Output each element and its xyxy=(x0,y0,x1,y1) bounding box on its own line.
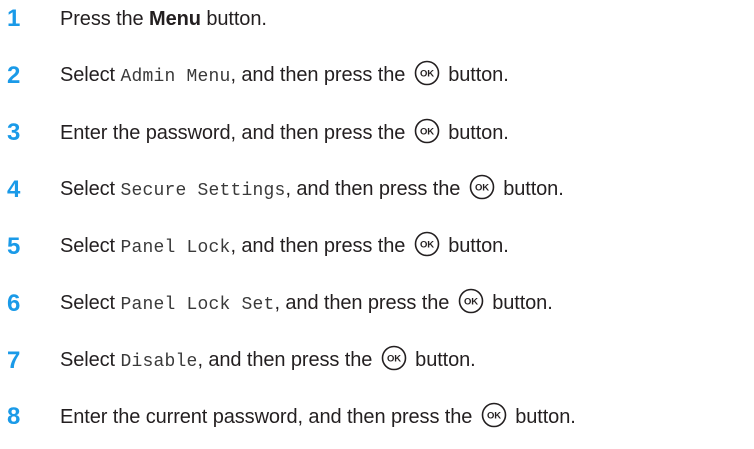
menu-item-code: Disable xyxy=(120,352,198,372)
menu-item-code: Secure Settings xyxy=(120,181,286,201)
menu-button-name: Menu xyxy=(149,8,201,30)
step-number: 5 xyxy=(7,233,21,260)
step-text-part: button. xyxy=(442,122,509,144)
step-text-part: , and then press the xyxy=(285,178,466,200)
step-text-part: button. xyxy=(200,8,267,30)
step-number: 3 xyxy=(7,119,21,146)
step-number: 4 xyxy=(7,176,21,203)
ok-icon-label: OK xyxy=(475,183,489,194)
step-text-part: , and then press the xyxy=(274,292,455,314)
step-text: Select Admin Menu, and then press the OK… xyxy=(60,60,509,92)
step-text: Select Panel Lock, and then press the OK… xyxy=(60,231,509,263)
step-text-part: button. xyxy=(409,349,476,371)
step-number: 8 xyxy=(7,403,21,430)
step-text-part: Press the xyxy=(60,8,150,30)
ok-icon-label: OK xyxy=(487,411,501,422)
step-6: 6 Select Panel Lock Set, and then press … xyxy=(0,288,754,320)
step-5: 5 Select Panel Lock, and then press the … xyxy=(0,231,754,263)
step-number: 1 xyxy=(7,5,21,32)
step-3: 3 Enter the password, and then press the… xyxy=(0,118,754,148)
step-text: Enter the password, and then press the O… xyxy=(60,118,509,148)
ok-button-icon: OK xyxy=(414,231,440,257)
step-text-part: button. xyxy=(442,235,509,257)
step-text-part: Select xyxy=(60,64,121,86)
step-4: 4 Select Secure Settings, and then press… xyxy=(0,174,754,206)
ok-icon-label: OK xyxy=(464,297,478,308)
step-text-part: , and then press the xyxy=(230,64,411,86)
menu-item-code: Admin Menu xyxy=(120,67,231,87)
ok-button-icon: OK xyxy=(414,60,440,86)
step-text-part: button. xyxy=(509,406,576,428)
ok-icon-label: OK xyxy=(420,240,434,251)
step-text-part: button. xyxy=(497,178,564,200)
step-text-part: button. xyxy=(442,64,509,86)
ok-button-icon: OK xyxy=(458,288,484,314)
step-text: Select Panel Lock Set, and then press th… xyxy=(60,288,553,320)
step-text-part: , and then press the xyxy=(230,235,411,257)
ok-button-icon: OK xyxy=(414,118,440,144)
ok-icon-label: OK xyxy=(420,127,434,138)
menu-item-code: Panel Lock xyxy=(120,238,231,258)
ok-button-icon: OK xyxy=(481,402,507,428)
step-7: 7 Select Disable, and then press the OK … xyxy=(0,345,754,377)
step-text: Select Disable, and then press the OK bu… xyxy=(60,345,476,377)
step-text: Press the Menu button. xyxy=(60,4,267,34)
step-text-part: Select xyxy=(60,349,121,371)
step-text-part: , and then press the xyxy=(197,349,378,371)
step-text-part: Select xyxy=(60,235,121,257)
step-number: 7 xyxy=(7,347,21,374)
step-text-part: Enter the password, and then press the xyxy=(60,122,411,144)
step-number: 2 xyxy=(7,62,21,89)
step-text-part: Select xyxy=(60,292,121,314)
step-1: 1 Press the Menu button. xyxy=(0,4,754,34)
ok-button-icon: OK xyxy=(381,345,407,371)
menu-item-code: Panel Lock Set xyxy=(120,295,275,315)
step-text: Enter the current password, and then pre… xyxy=(60,402,576,432)
step-8: 8 Enter the current password, and then p… xyxy=(0,402,754,432)
step-2: 2 Select Admin Menu, and then press the … xyxy=(0,60,754,92)
ok-button-icon: OK xyxy=(469,174,495,200)
step-number: 6 xyxy=(7,290,21,317)
instruction-steps: 1 Press the Menu button. 2 Select Admin … xyxy=(0,0,754,449)
ok-icon-label: OK xyxy=(387,354,401,365)
step-text-part: Select xyxy=(60,178,121,200)
ok-icon-label: OK xyxy=(420,69,434,80)
step-text-part: button. xyxy=(486,292,553,314)
step-text-part: Enter the current password, and then pre… xyxy=(60,406,478,428)
step-text: Select Secure Settings, and then press t… xyxy=(60,174,564,206)
